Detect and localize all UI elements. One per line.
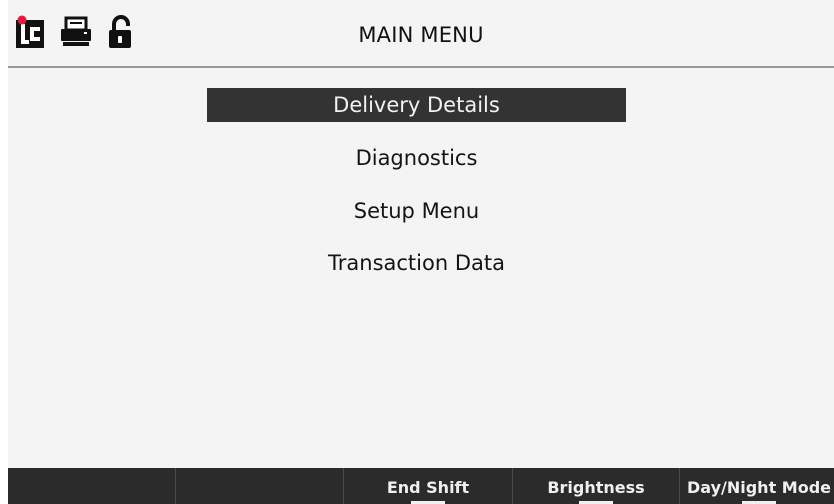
menu-item-diagnostics[interactable]: Diagnostics (207, 141, 626, 175)
softkey-day-night-mode-label: Day/Night Mode (686, 478, 831, 497)
softkey-brightness-label: Brightness (547, 478, 645, 497)
left-edge-strip (0, 0, 8, 504)
header-bar: MAIN MENU (8, 0, 834, 68)
softkey-end-shift[interactable]: End Shift (344, 468, 513, 504)
softkey-day-night-mode[interactable]: Day/Night Mode (680, 468, 834, 504)
page-title: MAIN MENU (358, 23, 484, 47)
main-menu-screen: MAIN MENU Delivery Details Diagnostics S… (0, 0, 834, 504)
softkey-2[interactable] (176, 468, 344, 504)
menu-item-setup-menu[interactable]: Setup Menu (207, 194, 626, 228)
softkey-end-shift-label: End Shift (386, 478, 470, 497)
menu-item-delivery-details[interactable]: Delivery Details (207, 88, 626, 122)
softkey-bar: End Shift Brightness Day/Night Mode (8, 468, 834, 504)
softkey-brightness[interactable]: Brightness (513, 468, 680, 504)
main-menu-list: Delivery Details Diagnostics Setup Menu … (8, 68, 834, 468)
menu-item-transaction-data[interactable]: Transaction Data (207, 246, 626, 280)
softkey-1[interactable] (8, 468, 176, 504)
